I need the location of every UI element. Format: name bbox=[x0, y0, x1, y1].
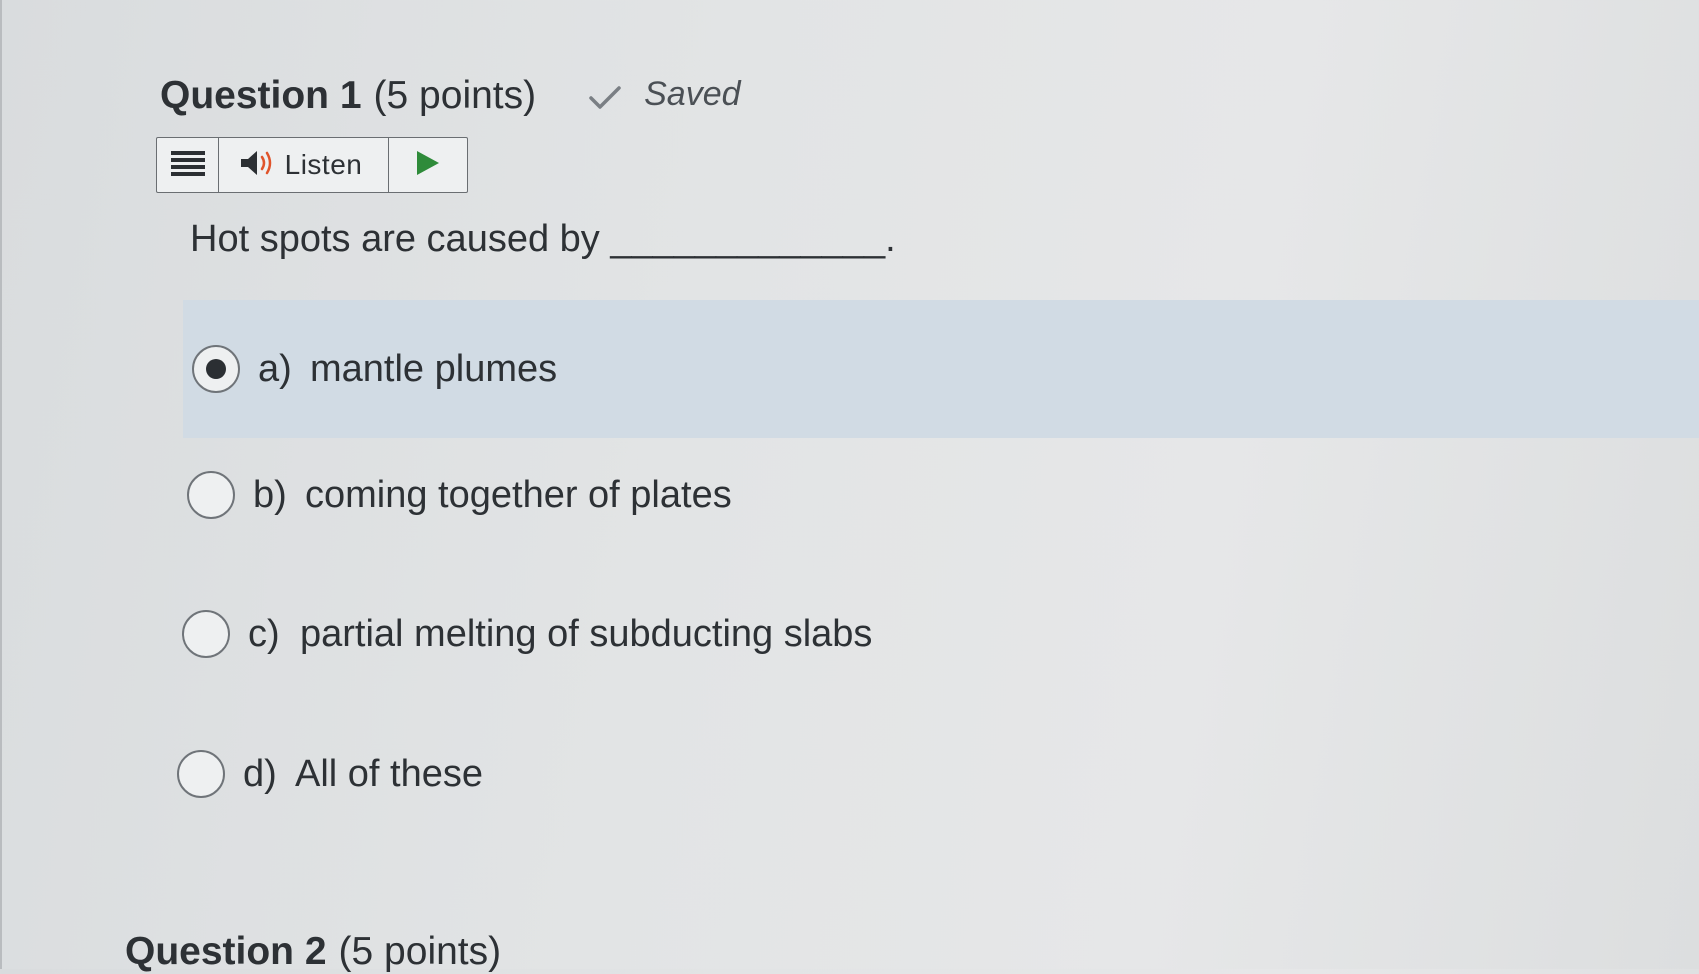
answer-option-c[interactable]: c) partial melting of subducting slabs bbox=[182, 606, 872, 662]
answer-letter: b) bbox=[253, 473, 287, 516]
answer-option-b[interactable]: b) coming together of plates bbox=[187, 467, 732, 523]
saved-label: Saved bbox=[644, 74, 741, 113]
question-1-prompt: Hot spots are caused by _____________. bbox=[190, 218, 896, 260]
answer-letter: c) bbox=[248, 612, 280, 655]
menu-icon bbox=[170, 149, 205, 182]
listen-label: Listen bbox=[284, 149, 363, 180]
answer-text: coming together of plates bbox=[305, 473, 732, 516]
play-button[interactable] bbox=[389, 138, 467, 192]
play-icon bbox=[415, 149, 441, 182]
page-left-border bbox=[0, 0, 2, 969]
answer-text: partial melting of subducting slabs bbox=[300, 612, 873, 655]
question-2-header: Question 2 (5 points) bbox=[125, 930, 501, 974]
answer-option-a[interactable]: a) mantle plumes bbox=[183, 300, 1699, 438]
radio-button[interactable] bbox=[182, 610, 230, 658]
question-1-header: Question 1 (5 points) Saved bbox=[160, 74, 741, 118]
radio-button[interactable] bbox=[187, 471, 235, 519]
answer-letter: a) bbox=[258, 347, 292, 390]
answer-text: All of these bbox=[295, 752, 483, 795]
toolbar-menu-button[interactable] bbox=[157, 138, 219, 192]
speaker-icon bbox=[239, 148, 275, 183]
answer-letter: d) bbox=[243, 752, 277, 795]
question-2-points: (5 points) bbox=[338, 930, 502, 973]
question-1-points: (5 points) bbox=[373, 74, 537, 117]
question-2-title: Question 2 bbox=[125, 930, 327, 973]
radio-selected-dot bbox=[206, 359, 226, 379]
read-aloud-toolbar: Listen bbox=[156, 137, 468, 193]
listen-button[interactable]: Listen bbox=[219, 138, 389, 192]
answer-text: mantle plumes bbox=[310, 347, 558, 390]
answer-option-d[interactable]: d) All of these bbox=[177, 746, 483, 802]
radio-button[interactable] bbox=[177, 750, 225, 798]
radio-button-selected[interactable] bbox=[192, 345, 240, 393]
checkmark-icon bbox=[588, 84, 622, 112]
saved-status: Saved bbox=[588, 74, 741, 114]
question-1-title: Question 1 bbox=[160, 74, 362, 117]
